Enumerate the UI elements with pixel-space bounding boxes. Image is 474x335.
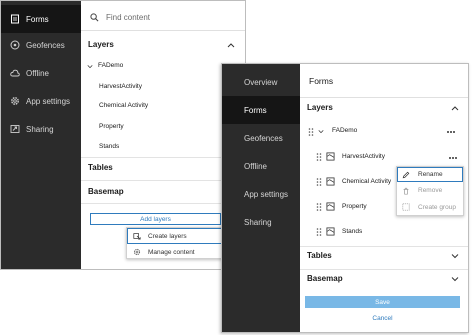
menu-item-create-layers[interactable]: Create layers	[127, 228, 233, 244]
chevron-down-icon[interactable]	[451, 253, 459, 259]
content-pane: Forms Layers FADemo HarvestActivity Chem…	[300, 64, 468, 332]
nav-item-geofences[interactable]: Geofences	[1, 31, 81, 59]
search-input[interactable]: Find content	[106, 13, 150, 22]
layer-context-menu: Rename Remove Create group	[396, 166, 464, 216]
create-layers-icon	[133, 233, 141, 240]
menu-item-label: Manage content	[148, 248, 195, 256]
tables-heading: Tables	[88, 163, 113, 172]
layers-heading: Layers	[88, 40, 114, 49]
nav-item-forms[interactable]: Forms	[222, 96, 300, 124]
divider	[300, 269, 468, 270]
chevron-down-icon[interactable]	[451, 276, 459, 282]
tables-heading: Tables	[307, 251, 332, 260]
menu-item-create-group[interactable]: Create group	[397, 199, 463, 215]
nav-label: Offline	[26, 68, 49, 78]
nav-label: Forms	[244, 105, 267, 115]
layer-icon	[326, 202, 335, 211]
map-name: FADemo	[332, 127, 358, 134]
layer-item[interactable]: Chemical Activity	[99, 102, 148, 109]
nav-item-offline[interactable]: Offline	[222, 152, 300, 180]
save-label: Save	[375, 298, 390, 306]
nav-item-sharing[interactable]: Sharing	[222, 208, 300, 236]
menu-item-rename[interactable]: Rename	[397, 167, 463, 182]
nav-label: Forms	[26, 14, 49, 24]
nav-label: App settings	[26, 96, 71, 106]
layer-item[interactable]: HarvestActivity	[99, 83, 142, 90]
side-nav: Overview Forms Geofences Offline App set…	[222, 64, 300, 332]
nav-label: Geofences	[26, 40, 65, 50]
side-nav: Forms Geofences Offline App settings Sha…	[1, 1, 81, 269]
menu-item-label: Remove	[418, 187, 443, 194]
nav-label: Sharing	[244, 217, 272, 227]
drag-handle-icon[interactable]	[316, 203, 322, 211]
map-name: FADemo	[98, 62, 124, 69]
group-icon	[402, 203, 410, 211]
basemap-heading: Basemap	[307, 274, 343, 283]
nav-item-sharing[interactable]: Sharing	[1, 115, 81, 143]
drag-handle-icon[interactable]	[316, 153, 322, 161]
nav-item-app-settings[interactable]: App settings	[1, 87, 81, 115]
chevron-up-icon[interactable]	[451, 105, 459, 111]
nav-label: Offline	[244, 161, 267, 171]
menu-item-label: Rename	[418, 171, 443, 178]
layer-item[interactable]: Chemical Activity	[342, 178, 391, 185]
more-options-icon[interactable]	[449, 157, 457, 159]
geofence-icon	[10, 40, 20, 50]
share-icon	[10, 125, 20, 133]
cloud-icon	[10, 69, 20, 77]
nav-item-offline[interactable]: Offline	[1, 59, 81, 87]
search-icon	[90, 13, 99, 22]
gear-icon	[133, 248, 141, 256]
more-options-icon[interactable]	[447, 131, 455, 133]
nav-label: Geofences	[244, 133, 283, 143]
chevron-down-icon[interactable]	[318, 129, 324, 134]
layer-item[interactable]: Stands	[99, 143, 119, 150]
divider	[300, 246, 468, 247]
nav-item-app-settings[interactable]: App settings	[222, 180, 300, 208]
drag-handle-icon[interactable]	[316, 228, 322, 236]
layer-icon	[326, 227, 335, 236]
nav-item-forms[interactable]: Forms	[1, 5, 81, 33]
search-bar[interactable]: Find content	[81, 5, 245, 31]
app-panel-back: Forms Geofences Offline App settings Sha…	[0, 0, 246, 270]
menu-item-manage-content[interactable]: Manage content	[127, 244, 233, 260]
nav-label: App settings	[244, 189, 289, 199]
chevron-down-icon[interactable]	[87, 64, 93, 69]
layer-item[interactable]: Stands	[342, 228, 362, 235]
trash-icon	[403, 187, 409, 195]
page-title: Forms	[300, 64, 468, 98]
add-layers-label: Add layers	[140, 215, 171, 223]
layer-icon	[326, 177, 335, 186]
pencil-icon	[402, 171, 410, 178]
cancel-button[interactable]: Cancel	[305, 312, 460, 324]
drag-handle-icon[interactable]	[316, 178, 322, 186]
layer-item[interactable]: HarvestActivity	[342, 153, 385, 160]
chevron-up-icon[interactable]	[227, 42, 235, 48]
drag-handle-icon[interactable]	[308, 128, 314, 136]
save-button[interactable]: Save	[305, 296, 460, 308]
menu-item-remove[interactable]: Remove	[397, 183, 463, 198]
app-panel-front: Overview Forms Geofences Offline App set…	[221, 63, 469, 333]
layer-icon	[326, 152, 335, 161]
gear-icon	[11, 97, 19, 105]
layer-item[interactable]: Property	[99, 123, 124, 130]
add-layers-button[interactable]: Add layers	[90, 213, 221, 225]
forms-icon	[11, 14, 19, 24]
cancel-label: Cancel	[372, 314, 393, 322]
page-title-text: Forms	[309, 75, 334, 86]
basemap-heading: Basemap	[88, 187, 124, 196]
layer-item[interactable]: Property	[342, 203, 367, 210]
nav-item-geofences[interactable]: Geofences	[222, 124, 300, 152]
menu-item-label: Create group	[418, 203, 456, 211]
nav-label: Overview	[244, 77, 278, 87]
layers-heading: Layers	[307, 103, 333, 112]
nav-item-overview[interactable]: Overview	[222, 68, 300, 96]
nav-label: Sharing	[26, 124, 54, 134]
menu-item-label: Create layers	[148, 232, 187, 240]
add-layers-menu: Create layers Manage content	[126, 227, 234, 259]
